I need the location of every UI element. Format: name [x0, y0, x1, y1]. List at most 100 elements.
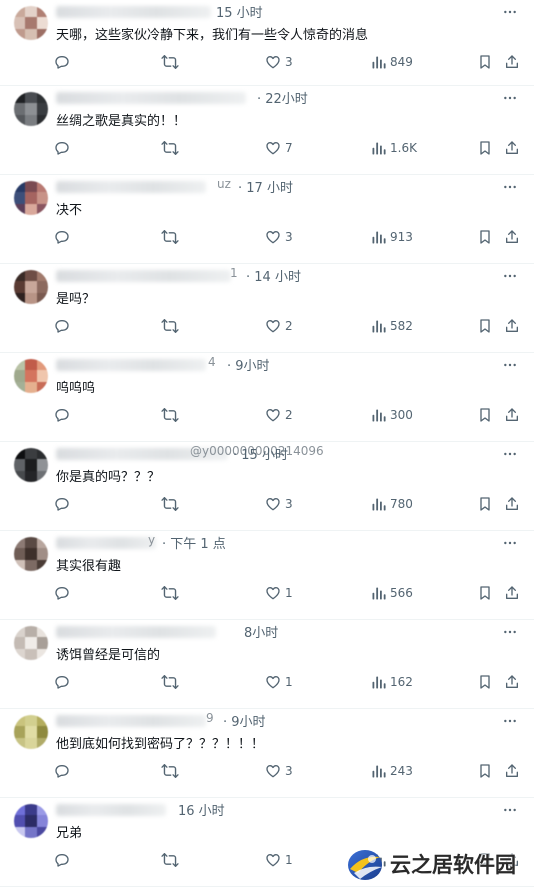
like-button[interactable]: 1	[265, 583, 293, 603]
display-name-blurred[interactable]	[56, 92, 246, 104]
more-icon[interactable]	[502, 535, 518, 551]
retweet-button[interactable]	[161, 494, 179, 514]
more-icon[interactable]	[502, 90, 518, 106]
timestamp-link[interactable]: · 22小时	[257, 88, 308, 107]
bookmark-button[interactable]	[477, 316, 493, 336]
timestamp-link[interactable]: · 9小时	[227, 355, 270, 374]
retweet-button[interactable]	[161, 761, 179, 781]
avatar[interactable]	[14, 270, 48, 304]
avatar[interactable]	[14, 6, 48, 40]
share-button[interactable]	[504, 583, 520, 603]
reply-item[interactable]: y · 下午 1 点其实很有趣 1 566	[0, 531, 534, 620]
like-button[interactable]: 1	[265, 672, 293, 692]
avatar[interactable]	[14, 715, 48, 749]
share-button[interactable]	[504, 672, 520, 692]
reply-item[interactable]: 9 · 9小时 他到底如何找到密码了？？？！！！ 3 243	[0, 709, 534, 798]
reply-button[interactable]	[54, 761, 70, 781]
more-icon[interactable]	[502, 357, 518, 373]
bookmark-button[interactable]	[477, 494, 493, 514]
share-button[interactable]	[504, 494, 520, 514]
display-name-blurred[interactable]	[56, 359, 206, 371]
reply-button[interactable]	[54, 316, 70, 336]
timestamp-link[interactable]: · 15 小时	[233, 444, 288, 463]
reply-button[interactable]	[54, 405, 70, 425]
bookmark-button[interactable]	[477, 761, 493, 781]
like-button[interactable]: 2	[265, 316, 293, 336]
timestamp-link[interactable]: 8小时	[244, 622, 278, 641]
reply-item[interactable]: @y000000000214096 · 15 小时 你是真的吗？？？ 3 780	[0, 442, 534, 531]
retweet-button[interactable]	[161, 405, 179, 425]
reply-button[interactable]	[54, 494, 70, 514]
like-button[interactable]: 3	[265, 227, 293, 247]
bookmark-button[interactable]	[477, 672, 493, 692]
share-button[interactable]	[504, 405, 520, 425]
more-icon[interactable]	[502, 713, 518, 729]
more-icon[interactable]	[502, 179, 518, 195]
timestamp-link[interactable]: · 9小时	[223, 711, 266, 730]
timestamp-link[interactable]: 15 小时	[216, 2, 263, 21]
more-icon[interactable]	[502, 4, 518, 20]
display-name-blurred[interactable]	[56, 6, 211, 18]
views-button[interactable]: 582	[371, 316, 413, 336]
retweet-button[interactable]	[161, 316, 179, 336]
retweet-button[interactable]	[161, 672, 179, 692]
reply-button[interactable]	[54, 138, 70, 158]
timestamp-link[interactable]: 16 小时	[178, 800, 225, 819]
retweet-button[interactable]	[161, 52, 179, 72]
reply-item[interactable]: · 22小时 丝绸之歌是真实的！！ 7 1.6K	[0, 86, 534, 175]
retweet-button[interactable]	[161, 138, 179, 158]
bookmark-button[interactable]	[477, 138, 493, 158]
avatar[interactable]	[14, 181, 48, 215]
like-button[interactable]: 3	[265, 52, 293, 72]
display-name-blurred[interactable]	[56, 804, 166, 816]
share-button[interactable]	[504, 761, 520, 781]
display-name-blurred[interactable]	[56, 626, 216, 638]
reply-button[interactable]	[54, 52, 70, 72]
more-icon[interactable]	[502, 624, 518, 640]
avatar[interactable]	[14, 804, 48, 838]
reply-button[interactable]	[54, 227, 70, 247]
views-button[interactable]: 1.6K	[371, 138, 417, 158]
views-button[interactable]: 566	[371, 583, 413, 603]
bookmark-button[interactable]	[477, 52, 493, 72]
retweet-button[interactable]	[161, 227, 179, 247]
more-icon[interactable]	[502, 446, 518, 462]
like-button[interactable]: 7	[265, 138, 293, 158]
more-icon[interactable]	[502, 802, 518, 818]
retweet-button[interactable]	[161, 583, 179, 603]
timestamp-link[interactable]: · 下午 1 点	[162, 533, 226, 552]
reply-item[interactable]: 4 · 9小时 呜呜呜 2 300	[0, 353, 534, 442]
reply-button[interactable]	[54, 672, 70, 692]
avatar[interactable]	[14, 626, 48, 660]
reply-button[interactable]	[54, 850, 70, 870]
display-name-blurred[interactable]	[56, 715, 206, 727]
like-button[interactable]: 3	[265, 494, 293, 514]
share-button[interactable]	[504, 138, 520, 158]
bookmark-button[interactable]	[477, 227, 493, 247]
reply-item[interactable]: 15 小时 天哪，这些家伙冷静下来，我们有一些令人惊奇的消息 3 849	[0, 0, 534, 86]
reply-item[interactable]: 8小时 诱饵曾经是可信的 1 162	[0, 620, 534, 709]
reply-item[interactable]: 1 · 14 小时 是吗？ 2 582	[0, 264, 534, 353]
avatar[interactable]	[14, 448, 48, 482]
reply-button[interactable]	[54, 583, 70, 603]
bookmark-button[interactable]	[477, 405, 493, 425]
retweet-button[interactable]	[161, 850, 179, 870]
avatar[interactable]	[14, 537, 48, 571]
more-icon[interactable]	[502, 268, 518, 284]
share-button[interactable]	[504, 227, 520, 247]
display-name-blurred[interactable]	[56, 270, 231, 282]
views-button[interactable]: 780	[371, 494, 413, 514]
views-button[interactable]: 300	[371, 405, 413, 425]
views-button[interactable]: 162	[371, 672, 413, 692]
views-button[interactable]: 243	[371, 761, 413, 781]
like-button[interactable]: 3	[265, 761, 293, 781]
like-button[interactable]: 1	[265, 850, 293, 870]
bookmark-button[interactable]	[477, 583, 493, 603]
display-name-blurred[interactable]	[56, 537, 156, 549]
views-button[interactable]: 913	[371, 227, 413, 247]
display-name-blurred[interactable]	[56, 181, 206, 193]
share-button[interactable]	[504, 316, 520, 336]
timestamp-link[interactable]: · 17 小时	[238, 177, 293, 196]
reply-item[interactable]: uz · 17 小时 决不 3 913	[0, 175, 534, 264]
timestamp-link[interactable]: · 14 小时	[246, 266, 301, 285]
